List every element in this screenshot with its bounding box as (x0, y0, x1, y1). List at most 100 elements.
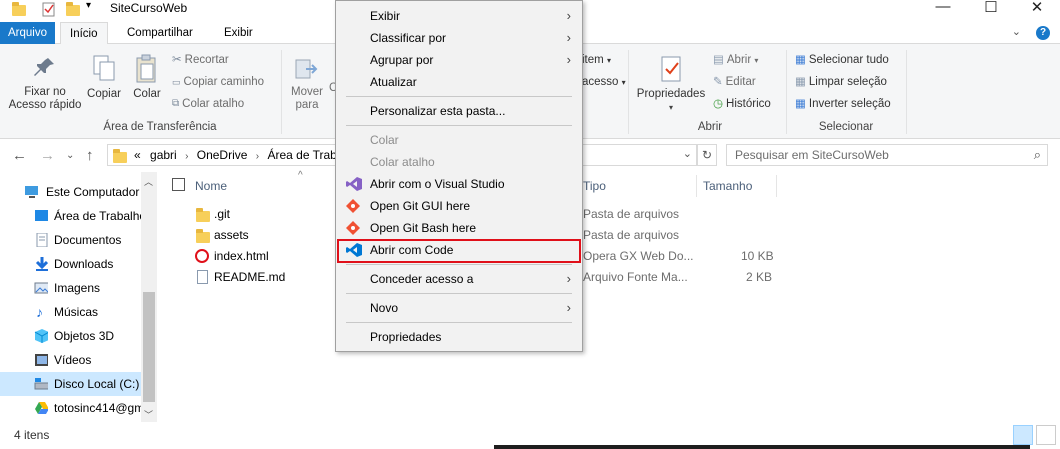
menu-item-label: Exibir (370, 9, 401, 23)
chevron-down-icon[interactable]: ⌄ (683, 147, 692, 160)
nav-label: Músicas (54, 305, 99, 319)
paste-shortcut-button[interactable]: ⧉ Colar atalho (172, 95, 244, 113)
menu-item-view[interactable]: Exibir › (338, 5, 581, 27)
paste-button[interactable]: Colar (128, 54, 166, 101)
file-row[interactable]: assets Pasta de arquivos (160, 225, 1060, 246)
expand-ribbon-icon[interactable]: ⌄ (1012, 26, 1021, 38)
tab-file[interactable]: Arquivo (0, 22, 55, 44)
select-all-button[interactable]: ▦ Selecionar tudo (795, 51, 889, 69)
nav-item-downloads[interactable]: Downloads (0, 252, 141, 276)
menu-item-label: Conceder acesso a (370, 272, 474, 286)
menu-item-new[interactable]: Novo › (338, 297, 581, 319)
nav-item-desktop[interactable]: Área de Trabalho (0, 204, 141, 228)
history-button[interactable]: ◷ Histórico (713, 95, 771, 113)
menu-item-paste[interactable]: Colar (338, 129, 581, 151)
menu-item-refresh[interactable]: Atualizar (338, 71, 581, 93)
help-icon[interactable]: ? (1036, 26, 1050, 40)
menu-item-sort-by[interactable]: Classificar por › (338, 27, 581, 49)
copy-button[interactable]: Copiar (86, 54, 122, 101)
menu-item-label: Propriedades (370, 330, 442, 344)
edit-button[interactable]: ✎ Editar (713, 73, 756, 91)
scroll-thumb[interactable] (143, 292, 155, 402)
breadcrumb-item[interactable]: gabri (150, 148, 177, 162)
column-header-name[interactable]: Nome (195, 179, 227, 193)
select-none-icon: ▦ (795, 76, 806, 88)
column-separator[interactable] (776, 175, 777, 197)
up-arrow-icon[interactable]: ↑ (86, 147, 94, 164)
breadcrumb-overflow[interactable]: « (134, 148, 141, 162)
nav-item-google-drive[interactable]: totosinc414@gm (0, 396, 141, 420)
file-row[interactable]: .git Pasta de arquivos (160, 204, 1060, 225)
nav-item-pictures[interactable]: Imagens (0, 276, 141, 300)
nav-item-local-disk[interactable]: Disco Local (C:) (0, 372, 141, 396)
invert-selection-button[interactable]: ▦ Inverter seleção (795, 95, 891, 113)
nav-scrollbar[interactable]: ︿ ﹀ (141, 172, 157, 422)
column-header-type[interactable]: Tipo (583, 179, 606, 193)
nav-item-videos[interactable]: Vídeos (0, 348, 141, 372)
maximize-icon[interactable]: ☐ (968, 0, 1014, 18)
nav-item-this-pc[interactable]: Este Computador (0, 180, 141, 204)
copy-path-button[interactable]: ▭ Copiar caminho (172, 73, 264, 91)
documents-icon (36, 233, 48, 247)
menu-item-properties[interactable]: Propriedades (338, 326, 581, 348)
git-gui-icon (346, 199, 360, 213)
properties-quick-icon[interactable] (42, 1, 56, 20)
ribbon-separator (628, 50, 629, 134)
back-arrow-icon[interactable]: ← (12, 147, 27, 164)
tab-home[interactable]: Início (60, 22, 108, 45)
tab-view[interactable]: Exibir (215, 22, 262, 44)
details-view-icon[interactable] (1013, 425, 1033, 445)
menu-item-paste-shortcut[interactable]: Colar atalho (338, 151, 581, 173)
chevron-right-icon: › (185, 151, 189, 162)
file-list: Nome ^ Tipo Tamanho .git Pasta de arquiv… (160, 170, 1060, 422)
file-type: Pasta de arquivos (583, 207, 680, 221)
menu-item-git-gui[interactable]: Open Git GUI here (338, 195, 581, 217)
nav-label: Documentos (54, 233, 122, 247)
column-separator[interactable] (696, 175, 697, 197)
pin-icon (34, 58, 54, 76)
chevron-right-icon: › (255, 151, 260, 162)
large-icons-view-icon[interactable] (1036, 425, 1056, 445)
scroll-down-icon[interactable]: ﹀ (144, 408, 153, 421)
ribbon-separator (281, 50, 282, 134)
open-dropdown-button[interactable]: ▤ Abrir ▾ (713, 51, 758, 69)
move-to-button[interactable]: Mover para (285, 56, 329, 112)
nav-label: totosinc414@gm (54, 401, 141, 415)
refresh-icon[interactable]: ↻ (697, 144, 717, 166)
minimize-icon[interactable]: — (920, 0, 966, 18)
pin-quick-access-button[interactable]: Fixar no Acesso rápido (6, 56, 84, 112)
new-item-button[interactable]: item ▾ (582, 51, 611, 69)
menu-item-label: Colar (370, 133, 399, 147)
close-icon[interactable]: ✕ (1014, 0, 1060, 18)
menu-item-give-access[interactable]: Conceder acesso a › (338, 268, 581, 290)
nav-item-documents[interactable]: Documentos (0, 228, 141, 252)
properties-button[interactable]: Propriedades ▾ (634, 54, 708, 114)
nav-item-3d-objects[interactable]: Objetos 3D (0, 324, 141, 348)
file-size: 2 KB (746, 270, 773, 284)
tab-share[interactable]: Compartilhar (118, 22, 202, 44)
menu-item-group-by[interactable]: Agrupar por › (338, 49, 581, 71)
search-icon: ⌕ (1033, 147, 1041, 162)
cut-button[interactable]: ✂ Recortar (172, 51, 229, 69)
column-header-size[interactable]: Tamanho (703, 179, 752, 193)
select-all-checkbox[interactable] (172, 178, 185, 191)
computer-icon (25, 186, 38, 198)
scroll-up-icon[interactable]: ︿ (144, 175, 153, 188)
file-row[interactable]: index.html Opera GX Web Do... 10 KB (160, 246, 1060, 267)
easy-access-button[interactable]: acesso ▾ (582, 73, 626, 91)
breadcrumb-item[interactable]: OneDrive (197, 148, 248, 162)
file-name: index.html (214, 249, 269, 263)
menu-item-customize-folder[interactable]: Personalizar esta pasta... (338, 100, 581, 122)
nav-item-music[interactable]: ♪ Músicas (0, 300, 141, 324)
quick-access-dropdown-icon[interactable]: ▾ (86, 0, 91, 11)
search-input[interactable]: Pesquisar em SiteCursoWeb ⌕ (726, 144, 1048, 166)
menu-item-git-bash[interactable]: Open Git Bash here (338, 217, 581, 239)
select-none-button[interactable]: ▦ Limpar seleção (795, 73, 887, 91)
menu-separator (346, 322, 572, 323)
file-row[interactable]: README.md Arquivo Fonte Ma... 2 KB (160, 267, 1060, 288)
paste-icon (136, 54, 156, 83)
forward-arrow-icon[interactable]: → (40, 147, 55, 164)
invert-selection-icon: ▦ (795, 98, 806, 110)
recent-locations-icon[interactable]: ⌄ (66, 150, 74, 161)
menu-item-open-visual-studio[interactable]: Abrir com o Visual Studio (338, 173, 581, 195)
